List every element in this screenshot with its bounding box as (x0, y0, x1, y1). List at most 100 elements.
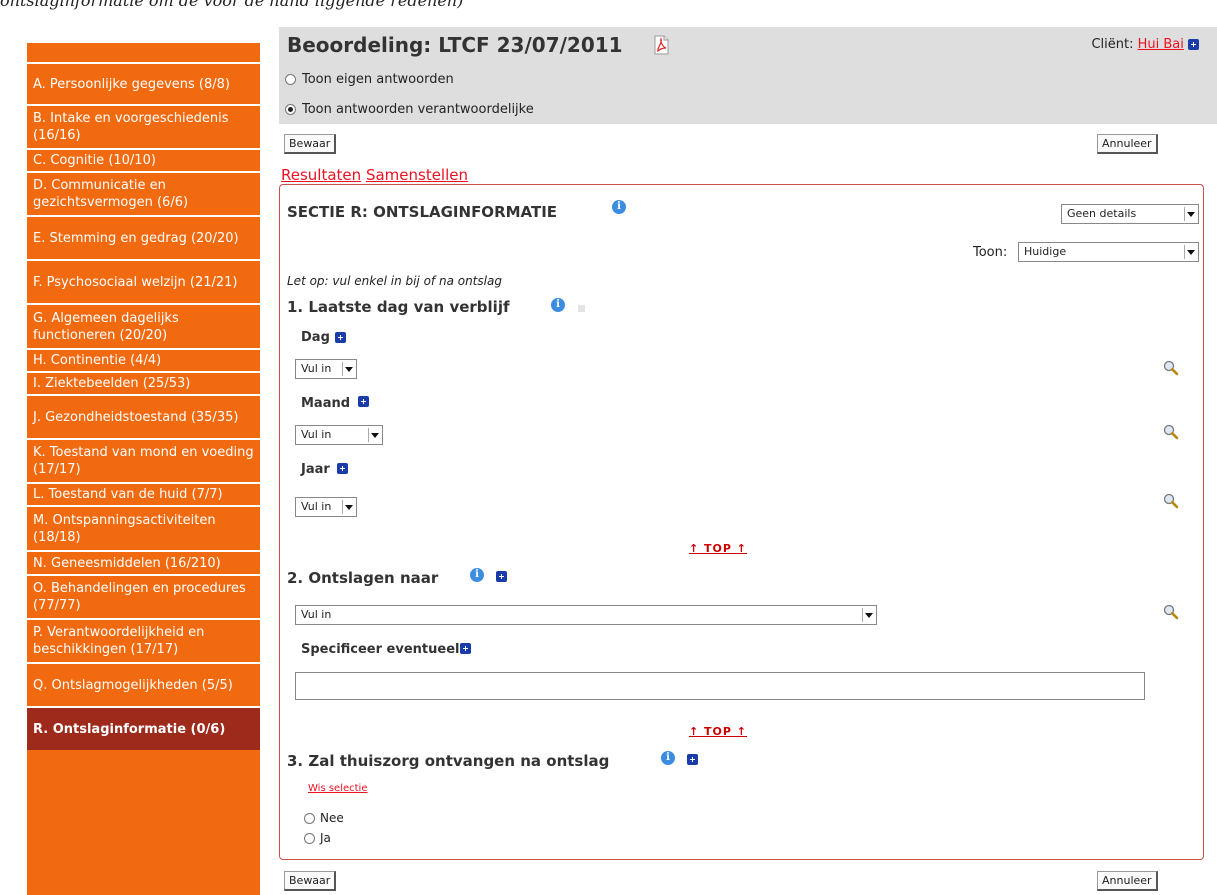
chevron-down-icon (368, 428, 380, 442)
specify-input[interactable] (295, 672, 1145, 700)
year-select[interactable]: Vul in (295, 497, 357, 517)
sidebar-item-label: B. Intake en voorgeschiedenis (16/16) (33, 111, 229, 143)
save-button-bottom[interactable]: Bewaar (284, 871, 337, 891)
view-option-label: Toon eigen antwoorden (302, 72, 454, 87)
sidebar-item-label: L. Toestand van de huid (7/7) (33, 487, 223, 502)
detail-select[interactable]: Geen details (1061, 204, 1199, 224)
sidebar-item-d[interactable]: D. Communicatie en gezichtsvermogen (6/6… (27, 171, 260, 215)
info-icon[interactable]: i (612, 200, 626, 214)
chevron-down-icon (1184, 207, 1196, 221)
sidebar-item-label: P. Verantwoordelijkheid en beschikkingen… (33, 625, 205, 657)
sidebar-item-label: C. Cognitie (10/10) (33, 153, 156, 168)
radio-nee[interactable] (304, 812, 315, 824)
sidebar-item-label: D. Communicatie en gezichtsvermogen (6/6… (33, 178, 189, 210)
sidebar-item-e[interactable]: E. Stemming en gedrag (20/20) (27, 215, 260, 259)
sidebar-item-label: O. Behandelingen en procedures (77/77) (33, 581, 246, 613)
sidebar-item-i[interactable]: I. Ziektebeelden (25/53) (27, 371, 260, 394)
toon-select[interactable]: Huidige (1018, 242, 1199, 262)
year-select-value: Vul in (301, 500, 332, 513)
chevron-down-icon (862, 608, 874, 622)
radio-ja[interactable] (304, 832, 315, 844)
pdf-icon[interactable] (653, 35, 669, 55)
sidebar-item-label: J. Gezondheidstoestand (35/35) (33, 409, 239, 425)
sidebar-item-q[interactable]: Q. Ontslagmogelijkheden (5/5) (27, 662, 260, 706)
sidebar-item-label: N. Geneesmiddelen (16/210) (33, 555, 221, 571)
magnifier-icon[interactable] (1163, 360, 1179, 376)
sidebar-item-a[interactable]: A. Persoonlijke gegevens (8/8) (27, 62, 260, 104)
sidebar-item-label: G. Algemeen dagelijks functioneren (20/2… (33, 310, 179, 343)
section-sidebar: A. Persoonlijke gegevens (8/8) B. Intake… (27, 43, 260, 895)
save-button[interactable]: Bewaar (284, 134, 337, 154)
clear-selection-link[interactable]: Wis selectie (308, 783, 367, 794)
view-option-label: Toon antwoorden verantwoordelijke (302, 102, 534, 117)
sidebar-item-label: R. Ontslaginformatie (0/6) (33, 721, 226, 737)
option-ja[interactable]: Ja (304, 831, 331, 845)
info-icon[interactable]: i (661, 751, 675, 765)
info-icon[interactable]: i (470, 568, 484, 582)
magnifier-icon[interactable] (1163, 604, 1179, 620)
top-link[interactable]: ↑ TOP ↑ (689, 542, 747, 555)
chevron-down-icon (342, 500, 354, 514)
sidebar-item-c[interactable]: C. Cognitie (10/10) (27, 148, 260, 171)
sidebar-item-label: Q. Ontslagmogelijkheden (5/5) (33, 677, 233, 693)
magnifier-icon[interactable] (1163, 424, 1179, 440)
section-panel: SECTIE R: ONTSLAGINFORMATIE i Geen detai… (279, 184, 1204, 860)
cancel-button-bottom[interactable]: Annuleer (1097, 871, 1158, 891)
status-indicator (578, 305, 585, 312)
cancel-button[interactable]: Annuleer (1097, 134, 1158, 154)
day-select[interactable]: Vul in (295, 359, 357, 379)
sidebar-item-l[interactable]: L. Toestand van de huid (7/7) (27, 482, 260, 505)
expand-plus-icon[interactable] (460, 643, 471, 654)
option-label: Nee (320, 811, 344, 825)
expand-plus-icon[interactable] (496, 571, 507, 582)
expand-plus-icon[interactable] (358, 396, 369, 407)
expand-plus-icon[interactable] (687, 754, 698, 765)
detail-select-value: Geen details (1067, 207, 1137, 220)
sidebar-item-p[interactable]: P. Verantwoordelijkheid en beschikkingen… (27, 618, 260, 662)
month-label: Maand (301, 396, 351, 411)
sidebar-item-f[interactable]: F. Psychosociaal welzijn (21/21) (27, 259, 260, 303)
sidebar-item-label: F. Psychosociaal welzijn (21/21) (33, 274, 238, 290)
radio-own-answers[interactable] (285, 74, 296, 85)
question-1-title: 1. Laatste dag van verblijf (287, 298, 510, 316)
month-select-value: Vul in (301, 428, 332, 441)
sidebar-item-label: H. Continentie (4/4) (33, 353, 162, 368)
compose-link[interactable]: Samenstellen (366, 166, 468, 184)
expand-plus-icon[interactable] (337, 463, 348, 474)
day-select-value: Vul in (301, 362, 332, 375)
option-label: Ja (320, 831, 331, 845)
question-3-title: 3. Zal thuiszorg ontvangen na ontslag (287, 752, 610, 770)
discharged-to-select[interactable]: Vul in (295, 605, 877, 625)
view-option-responsible[interactable]: Toon antwoorden verantwoordelijke (285, 102, 534, 117)
expand-plus-icon[interactable] (335, 332, 346, 343)
view-option-own[interactable]: Toon eigen antwoorden (285, 72, 454, 87)
sidebar-item-label: M. Ontspanningsactiviteiten (18/18) (33, 512, 216, 545)
chevron-down-icon (1184, 245, 1196, 259)
sidebar-item-r[interactable]: R. Ontslaginformatie (0/6) (27, 706, 260, 750)
sidebar-item-label: A. Persoonlijke gegevens (8/8) (33, 76, 230, 92)
results-link[interactable]: Resultaten (281, 166, 361, 184)
radio-responsible-answers[interactable] (285, 104, 296, 115)
sidebar-item-h[interactable]: H. Continentie (4/4) (27, 348, 260, 371)
caption-text: ontslaginformatie om de voor de hand lig… (0, 0, 464, 10)
sidebar-item-label: E. Stemming en gedrag (20/20) (33, 230, 239, 246)
sidebar-item-m[interactable]: M. Ontspanningsactiviteiten (18/18) (27, 505, 260, 550)
view-links: Resultaten Samenstellen (281, 166, 468, 184)
magnifier-icon[interactable] (1163, 493, 1179, 509)
month-select[interactable]: Vul in (295, 425, 383, 445)
top-link[interactable]: ↑ TOP ↑ (689, 725, 747, 738)
info-icon[interactable]: i (551, 298, 565, 312)
sidebar-item-o[interactable]: O. Behandelingen en procedures (77/77) (27, 574, 260, 618)
sidebar-item-n[interactable]: N. Geneesmiddelen (16/210) (27, 550, 260, 574)
option-nee[interactable]: Nee (304, 811, 344, 825)
view-options: Toon eigen antwoorden Toon antwoorden ve… (279, 64, 1217, 124)
specify-label: Specificeer eventueel (301, 642, 460, 657)
sidebar-item-g[interactable]: G. Algemeen dagelijks functioneren (20/2… (27, 303, 260, 348)
sidebar-item-b[interactable]: B. Intake en voorgeschiedenis (16/16) (27, 104, 260, 148)
expand-plus-icon[interactable] (1188, 39, 1199, 50)
sidebar-item-label: K. Toestand van mond en voeding (17/17) (33, 445, 254, 477)
sidebar-item-k[interactable]: K. Toestand van mond en voeding (17/17) (27, 438, 260, 482)
sidebar-item-j[interactable]: J. Gezondheidstoestand (35/35) (27, 394, 260, 438)
client-info: Cliënt: Hui Bai (1091, 37, 1199, 52)
client-name-link[interactable]: Hui Bai (1138, 37, 1184, 52)
